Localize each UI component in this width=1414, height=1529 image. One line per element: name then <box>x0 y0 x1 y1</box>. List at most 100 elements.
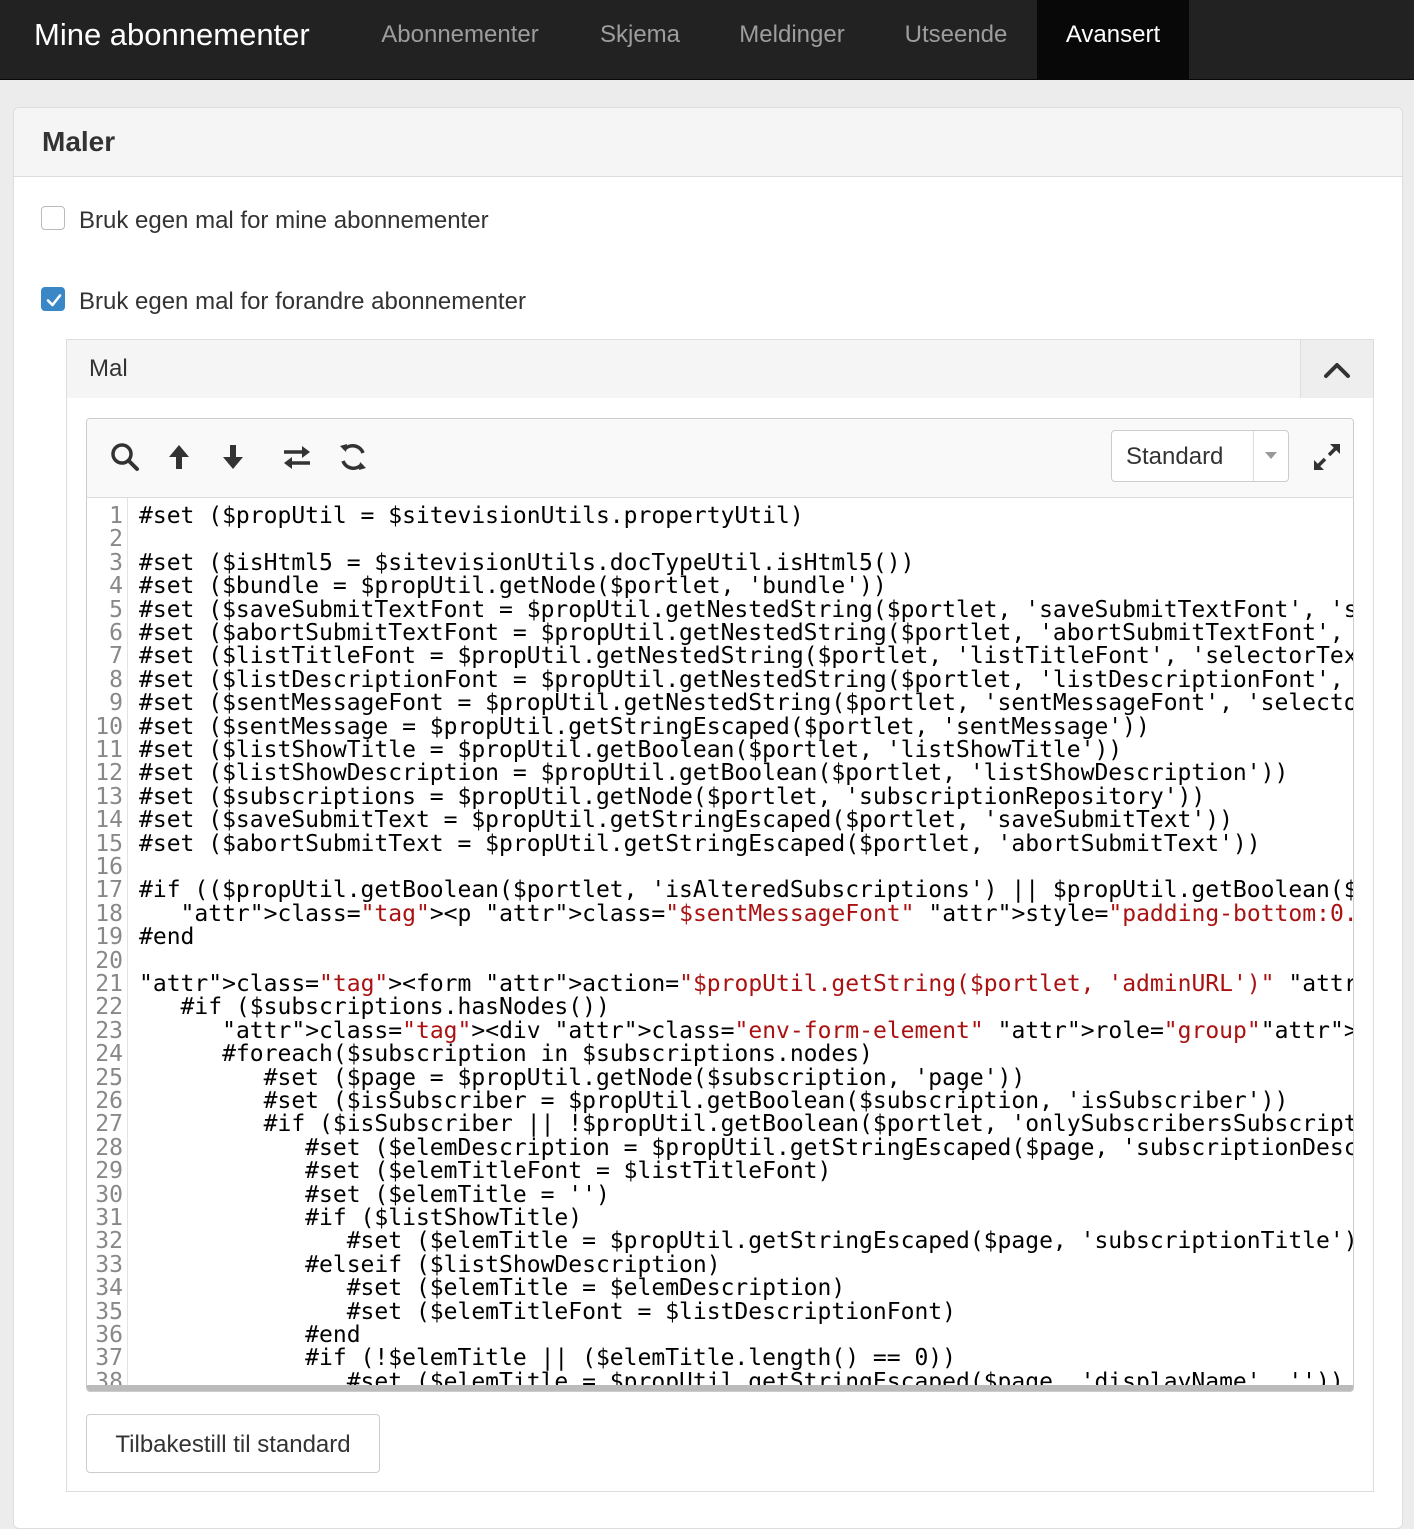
line-number: 24 <box>95 1041 123 1068</box>
reload-button[interactable] <box>337 441 369 473</box>
panel-title: Maler <box>42 126 116 157</box>
code-line: #set ($bundle = $propUtil.getNode($portl… <box>139 573 887 600</box>
code-line: #set ($isSubscriber = $propUtil.getBoole… <box>139 1088 1289 1114</box>
own-template-checkbox[interactable] <box>41 206 65 230</box>
code-line: #end <box>139 1322 361 1348</box>
code-line: #set ($page = $propUtil.getNode($subscri… <box>139 1064 1026 1091</box>
line-number: 5 <box>109 596 123 623</box>
code-line: #set ($listDescriptionFont = $propUtil.g… <box>139 666 1344 693</box>
expand-icon <box>1314 444 1340 470</box>
template-accordion-header[interactable]: Mal <box>66 339 1374 399</box>
code-line: #set ($listTitleFont = $propUtil.getNest… <box>139 643 1353 670</box>
mode-select-value: Standard <box>1126 443 1224 470</box>
line-number: 20 <box>95 947 123 974</box>
line-number: 25 <box>95 1064 123 1091</box>
code-line: #set ($elemTitleFont = $listDescriptionF… <box>139 1298 956 1325</box>
swap-arrows-icon <box>284 446 310 469</box>
line-number: 7 <box>109 643 123 670</box>
tab-abonnementer[interactable]: Abonnementer <box>355 0 565 79</box>
line-number: 34 <box>95 1275 123 1302</box>
replace-button[interactable] <box>281 441 313 473</box>
line-number: 33 <box>95 1251 123 1278</box>
refresh-icon <box>340 444 366 470</box>
tab-meldinger[interactable]: Meldinger <box>714 0 870 79</box>
line-number: 21 <box>95 971 123 997</box>
code-line: #set ($propUtil = $sitevisionUtils.prope… <box>139 503 804 529</box>
tab-skjema[interactable]: Skjema <box>576 0 704 79</box>
line-number: 11 <box>95 737 123 763</box>
fullscreen-button[interactable] <box>1311 441 1343 473</box>
reset-to-default-button[interactable]: Tilbakestill til standard <box>86 1414 380 1473</box>
code-line: #set ($abortSubmitText = $propUtil.getSt… <box>139 830 1261 857</box>
code-line: "attr">class="tag"><div "attr">class="en… <box>222 1017 1353 1044</box>
line-number: 30 <box>95 1181 123 1208</box>
line-number: 37 <box>95 1345 123 1372</box>
line-number: 4 <box>109 573 123 600</box>
line-number: 2 <box>109 526 123 553</box>
code-line: #set ($subscriptions = $propUtil.getNode… <box>139 783 1206 810</box>
code-line: #set ($listShowTitle = $propUtil.getBool… <box>139 737 1123 763</box>
line-number: 15 <box>95 830 123 857</box>
panel-heading: Maler <box>14 108 1402 177</box>
collapse-button[interactable] <box>1300 340 1373 398</box>
code-line: #set ($elemTitle = $elemDescription) <box>139 1275 846 1302</box>
code-line: #if ($listShowTitle) <box>139 1205 583 1231</box>
code-editor: Standard 1 #set ($propUtil = $sitevisionU… <box>86 418 1354 1392</box>
code-line: #end <box>139 924 195 951</box>
line-number: 1 <box>109 503 123 529</box>
line-number: 22 <box>95 994 123 1021</box>
line-number: 16 <box>95 854 123 880</box>
code-line: #foreach($subscription in $subscriptions… <box>139 1041 873 1068</box>
line-number: 27 <box>95 1111 123 1138</box>
line-number: 29 <box>95 1158 123 1185</box>
line-number: 14 <box>95 807 123 834</box>
code-line: #set ($saveSubmitText = $propUtil.getStr… <box>139 807 1233 834</box>
code-line: #if ($isSubscriber || !$propUtil.getBool… <box>139 1111 1353 1138</box>
code-line: #if (($propUtil.getBoolean($portlet, 'is… <box>139 877 1353 904</box>
code-line: #set ($sentMessage = $propUtil.getString… <box>139 713 1150 740</box>
line-number: 35 <box>95 1298 123 1325</box>
code-area[interactable]: 1 #set ($propUtil = $sitevisionUtils.prop… <box>87 498 1353 1391</box>
line-number: 28 <box>95 1134 123 1161</box>
line-number: 18 <box>95 900 123 927</box>
code-line: #set ($elemTitle = $propUtil.getStringEs… <box>139 1228 1353 1255</box>
altered-template-label[interactable]: Bruk egen mal for forandre abonnementer <box>79 288 526 316</box>
code-line: #elseif ($listShowDescription) <box>139 1251 721 1278</box>
own-template-label[interactable]: Bruk egen mal for mine abonnementer <box>79 207 489 235</box>
altered-template-checkbox[interactable] <box>41 287 65 311</box>
top-navbar: Mine abonnementer Abonnementer Skjema Me… <box>0 0 1414 80</box>
accordion-title: Mal <box>89 355 128 382</box>
code-line: #if (!$elemTitle || ($elemTitle.length()… <box>139 1345 956 1372</box>
line-number: 13 <box>95 783 123 810</box>
previous-button[interactable] <box>163 441 195 473</box>
line-number: 3 <box>109 549 123 576</box>
horizontal-scrollbar[interactable] <box>87 1385 1353 1391</box>
code-line: #set ($elemTitle = '') <box>139 1181 610 1208</box>
line-number: 12 <box>95 760 123 787</box>
line-number: 36 <box>95 1322 123 1348</box>
next-button[interactable] <box>217 441 249 473</box>
line-number: 10 <box>95 713 123 740</box>
tab-utseende[interactable]: Utseende <box>880 0 1032 79</box>
code-line: #set ($sentMessageFont = $propUtil.getNe… <box>139 690 1353 717</box>
line-number: 9 <box>109 690 123 717</box>
line-number: 26 <box>95 1088 123 1114</box>
tab-avansert[interactable]: Avansert <box>1037 0 1189 79</box>
line-number: 8 <box>109 666 123 693</box>
line-number: 31 <box>95 1205 123 1231</box>
line-number: 17 <box>95 877 123 904</box>
code-line: #set ($saveSubmitTextFont = $propUtil.ge… <box>139 596 1353 623</box>
mode-select[interactable]: Standard <box>1111 430 1289 482</box>
line-number: 6 <box>109 620 123 646</box>
arrow-up-icon <box>169 445 189 469</box>
search-button[interactable] <box>109 441 141 473</box>
caret-down-icon <box>1253 431 1288 481</box>
arrow-down-icon <box>223 445 243 469</box>
chevron-up-icon <box>1324 363 1350 378</box>
code-line: "attr">class="tag"><form "attr">action="… <box>139 971 1353 997</box>
app-title[interactable]: Mine abonnementer <box>34 0 310 79</box>
checkmark-icon <box>46 294 62 307</box>
editor-toolbar: Standard <box>87 419 1353 498</box>
code-line: #set ($elemDescription = $propUtil.getSt… <box>305 1134 1353 1161</box>
code-line: #set ($isHtml5 = $sitevisionUtils.docTyp… <box>139 549 915 576</box>
